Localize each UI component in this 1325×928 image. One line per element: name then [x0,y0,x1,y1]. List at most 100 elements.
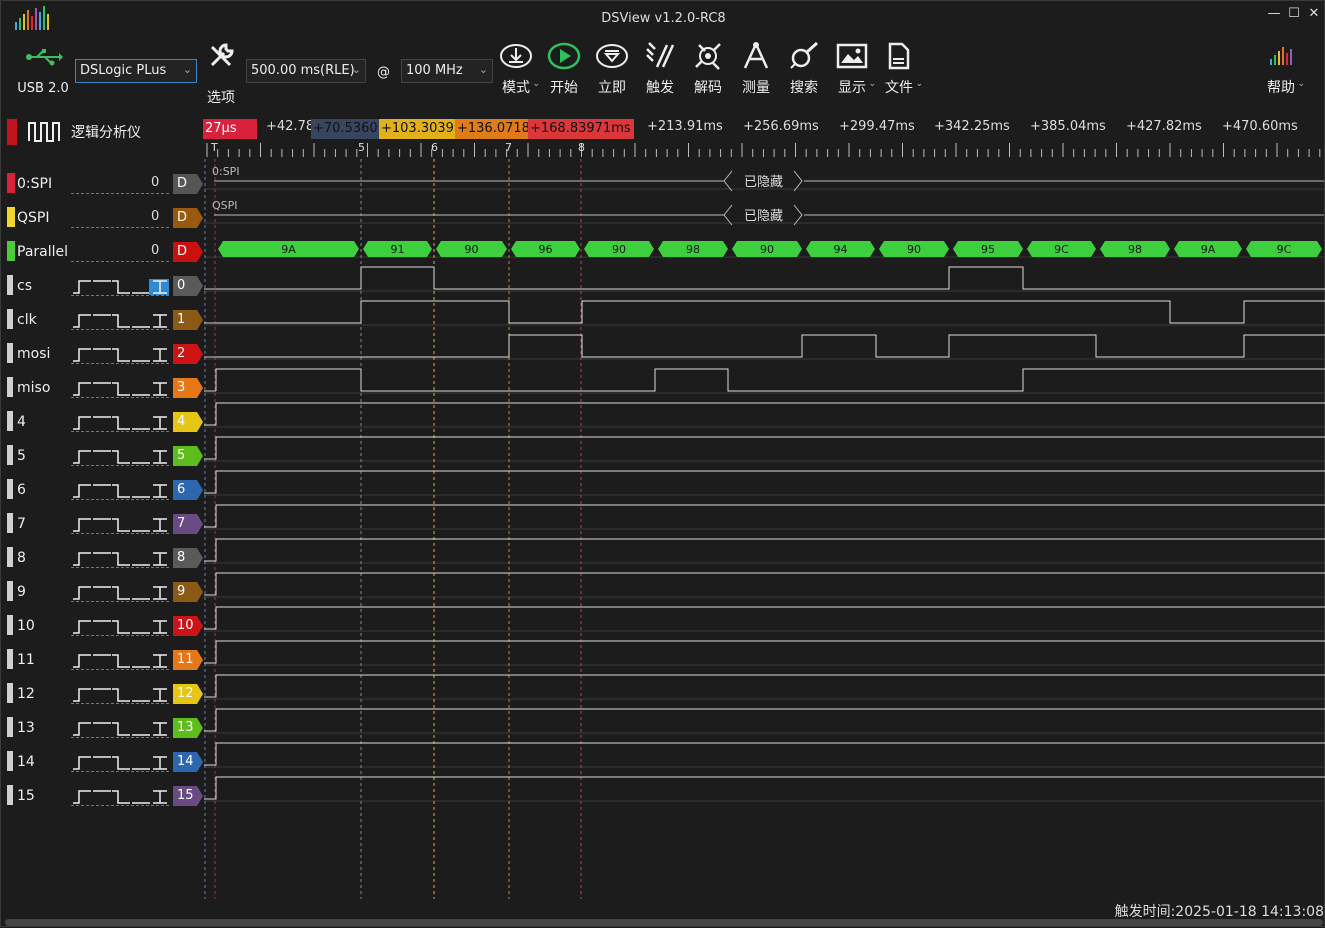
trigger-any-edge-icon[interactable] [149,347,169,363]
measure-button[interactable]: 测量 [734,41,778,97]
channel-badge[interactable]: 2 [173,344,203,364]
trigger-rising-icon[interactable] [71,585,91,601]
trigger-low-icon[interactable] [130,381,150,397]
trigger-high-icon[interactable] [91,381,111,397]
cursor-flag[interactable]: +168.83971ms [528,119,634,139]
trigger-high-icon[interactable] [91,279,111,295]
trigger-any-edge-icon[interactable] [149,551,169,567]
decoder-badge[interactable]: D [173,174,203,194]
trigger-selector[interactable] [71,551,183,567]
trigger-any-edge-icon[interactable] [149,687,169,703]
channel-badge[interactable]: 1 [173,310,203,330]
trigger-falling-icon[interactable] [110,551,131,567]
close-button[interactable]: ✕ [1306,5,1322,23]
maximize-button[interactable]: ☐ [1286,5,1302,23]
trigger-any-edge-icon[interactable] [149,449,169,465]
start-button[interactable]: 开始 [542,41,586,97]
channel-badge[interactable]: 14 [173,752,203,772]
trigger-low-icon[interactable] [130,347,150,363]
trigger-any-edge-icon[interactable] [149,415,169,431]
channel-badge[interactable]: 15 [173,786,203,806]
help-button[interactable]: 帮助 ⌄ [1259,41,1305,97]
trigger-high-icon[interactable] [91,483,111,499]
trigger-low-icon[interactable] [130,585,150,601]
waveform-canvas[interactable]: 0:SPI 已隐藏 QSPI 已隐藏 9A 91 90 96 90 98 90 94 90 95 9C 98 9… [204,159,1325,899]
channel-badge[interactable]: 11 [173,650,203,670]
trigger-button[interactable]: 触发 [638,41,682,97]
trigger-high-icon[interactable] [91,619,111,635]
trigger-low-icon[interactable] [130,449,150,465]
trigger-falling-icon[interactable] [110,585,131,601]
trigger-any-edge-icon[interactable] [149,279,169,295]
trigger-low-icon[interactable] [130,721,150,737]
trigger-any-edge-icon[interactable] [149,517,169,533]
mode-button[interactable]: 模式 ⌄ [494,41,540,97]
channel-badge[interactable]: 9 [173,582,203,602]
trigger-high-icon[interactable] [91,585,111,601]
trigger-falling-icon[interactable] [110,415,131,431]
trigger-rising-icon[interactable] [71,551,91,567]
trigger-falling-icon[interactable] [110,721,131,737]
channel-badge[interactable]: 4 [173,412,203,432]
channel-badge[interactable]: 13 [173,718,203,738]
display-button[interactable]: 显示 ⌄ [830,41,876,97]
trigger-high-icon[interactable] [91,415,111,431]
trigger-falling-icon[interactable] [110,483,131,499]
trigger-high-icon[interactable] [91,755,111,771]
trigger-rising-icon[interactable] [71,619,91,635]
trigger-selector[interactable] [71,449,183,465]
trigger-falling-icon[interactable] [110,619,131,635]
trigger-rising-icon[interactable] [71,687,91,703]
time-ruler[interactable]: +42.78ms +213.91ms +256.69ms +299.47ms +342.… [203,117,1325,159]
trigger-any-edge-icon[interactable] [149,789,169,805]
channel-badge[interactable]: 6 [173,480,203,500]
trigger-selector[interactable] [71,415,183,431]
trigger-rising-icon[interactable] [71,313,91,329]
cursor-flag[interactable]: 27μs [203,119,257,139]
trigger-rising-icon[interactable] [71,755,91,771]
trigger-rising-icon[interactable] [71,721,91,737]
horizontal-scrollbar[interactable] [5,919,1323,926]
cursor-flag[interactable]: +70.5360 [311,119,379,139]
trigger-rising-icon[interactable] [71,347,91,363]
trigger-low-icon[interactable] [130,619,150,635]
trigger-high-icon[interactable] [91,347,111,363]
channel-badge[interactable]: 0 [173,276,203,296]
trigger-selector[interactable] [71,483,183,499]
trigger-low-icon[interactable] [130,653,150,669]
trigger-falling-icon[interactable] [110,381,131,397]
trigger-selector[interactable] [71,347,183,363]
trigger-falling-icon[interactable] [110,279,131,295]
decode-button[interactable]: 解码 [686,41,730,97]
instant-button[interactable]: 立即 [590,41,634,97]
channel-badge[interactable]: 3 [173,378,203,398]
trigger-low-icon[interactable] [130,313,150,329]
trigger-selector[interactable] [71,789,183,805]
trigger-rising-icon[interactable] [71,415,91,431]
trigger-selector[interactable] [71,313,183,329]
trigger-rising-icon[interactable] [71,381,91,397]
trigger-any-edge-icon[interactable] [149,313,169,329]
trigger-selector[interactable] [71,381,183,397]
trigger-selector[interactable] [71,619,183,635]
trigger-selector[interactable] [71,279,183,295]
trigger-high-icon[interactable] [91,313,111,329]
trigger-falling-icon[interactable] [110,653,131,669]
trigger-low-icon[interactable] [130,517,150,533]
duration-select[interactable]: 500.00 ms(RLE) ⌄ [246,59,366,83]
trigger-any-edge-icon[interactable] [149,585,169,601]
trigger-falling-icon[interactable] [110,755,131,771]
trigger-selector[interactable] [71,721,183,737]
trigger-high-icon[interactable] [91,551,111,567]
trigger-any-edge-icon[interactable] [149,721,169,737]
trigger-falling-icon[interactable] [110,789,131,805]
trigger-any-edge-icon[interactable] [149,653,169,669]
cursor-flag[interactable]: +136.0718 [455,119,529,139]
cursor-flag[interactable]: +103.3039 [379,119,455,139]
trigger-rising-icon[interactable] [71,449,91,465]
search-button[interactable]: 搜索 [782,41,826,97]
options-button[interactable]: 选项 [199,41,243,106]
trigger-rising-icon[interactable] [71,483,91,499]
trigger-rising-icon[interactable] [71,653,91,669]
trigger-falling-icon[interactable] [110,687,131,703]
